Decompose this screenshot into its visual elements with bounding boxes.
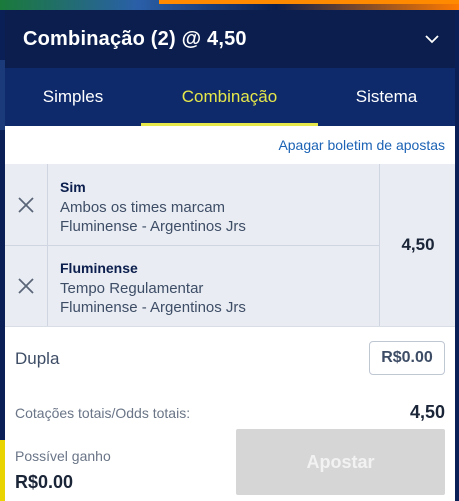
clear-betslip-link[interactable]: Apagar boletim de apostas: [278, 137, 445, 153]
potential-win-value: R$0.00: [15, 472, 74, 492]
remove-leg-button[interactable]: [5, 245, 48, 326]
bet-legs: Sim Ambos os times marcam Fluminense - A…: [5, 164, 455, 326]
leg-details: Sim Ambos os times marcam Fluminense - A…: [60, 179, 246, 236]
chevron-down-icon[interactable]: [423, 30, 441, 48]
tab-combinacao[interactable]: Combinação: [141, 68, 318, 126]
leg-event: Fluminense - Argentinos Jrs: [60, 299, 246, 316]
betslip-footer: Possível ganho R$0.00 Apostar: [5, 429, 455, 501]
close-icon: [18, 196, 34, 213]
total-odds-label: Cotações totais/Odds totais:: [15, 405, 191, 421]
tab-sistema[interactable]: Sistema: [318, 68, 455, 126]
remove-leg-button[interactable]: [5, 164, 48, 245]
leg-market: Tempo Regulamentar: [60, 280, 204, 297]
tab-label: Combinação: [181, 87, 278, 106]
betslip-header[interactable]: Combinação (2) @ 4,50: [5, 10, 455, 68]
bet-leg: Fluminense Tempo Regulamentar Fluminense…: [5, 245, 379, 326]
leg-selection: Fluminense: [60, 260, 138, 276]
tab-label: Sistema: [355, 87, 418, 106]
bet-type-tabs: Simples Combinação Sistema: [5, 68, 455, 126]
leg-event: Fluminense - Argentinos Jrs: [60, 218, 246, 235]
tab-label: Simples: [42, 87, 104, 106]
leg-selection: Sim: [60, 179, 86, 195]
total-odds-row: Cotações totais/Odds totais: 4,50: [5, 392, 455, 432]
close-icon: [18, 277, 34, 294]
clear-row: Apagar boletim de apostas: [5, 126, 455, 164]
combined-odds: 4,50: [379, 164, 456, 326]
potential-win-label: Possível ganho: [15, 448, 111, 464]
leg-market: Ambos os times marcam: [60, 199, 226, 216]
place-bet-button[interactable]: Apostar: [236, 429, 445, 495]
betslip-title: Combinação (2) @ 4,50: [23, 27, 247, 50]
tab-simples[interactable]: Simples: [5, 68, 141, 126]
background-strip: [0, 0, 459, 10]
stake-label: Dupla: [15, 349, 60, 368]
total-odds-value: 4,50: [409, 402, 445, 422]
leg-details: Fluminense Tempo Regulamentar Fluminense…: [60, 260, 246, 317]
stake-row: Dupla: [5, 326, 455, 393]
bet-leg: Sim Ambos os times marcam Fluminense - A…: [5, 164, 379, 246]
background-accent: [159, 0, 459, 4]
stake-input[interactable]: [369, 341, 445, 375]
